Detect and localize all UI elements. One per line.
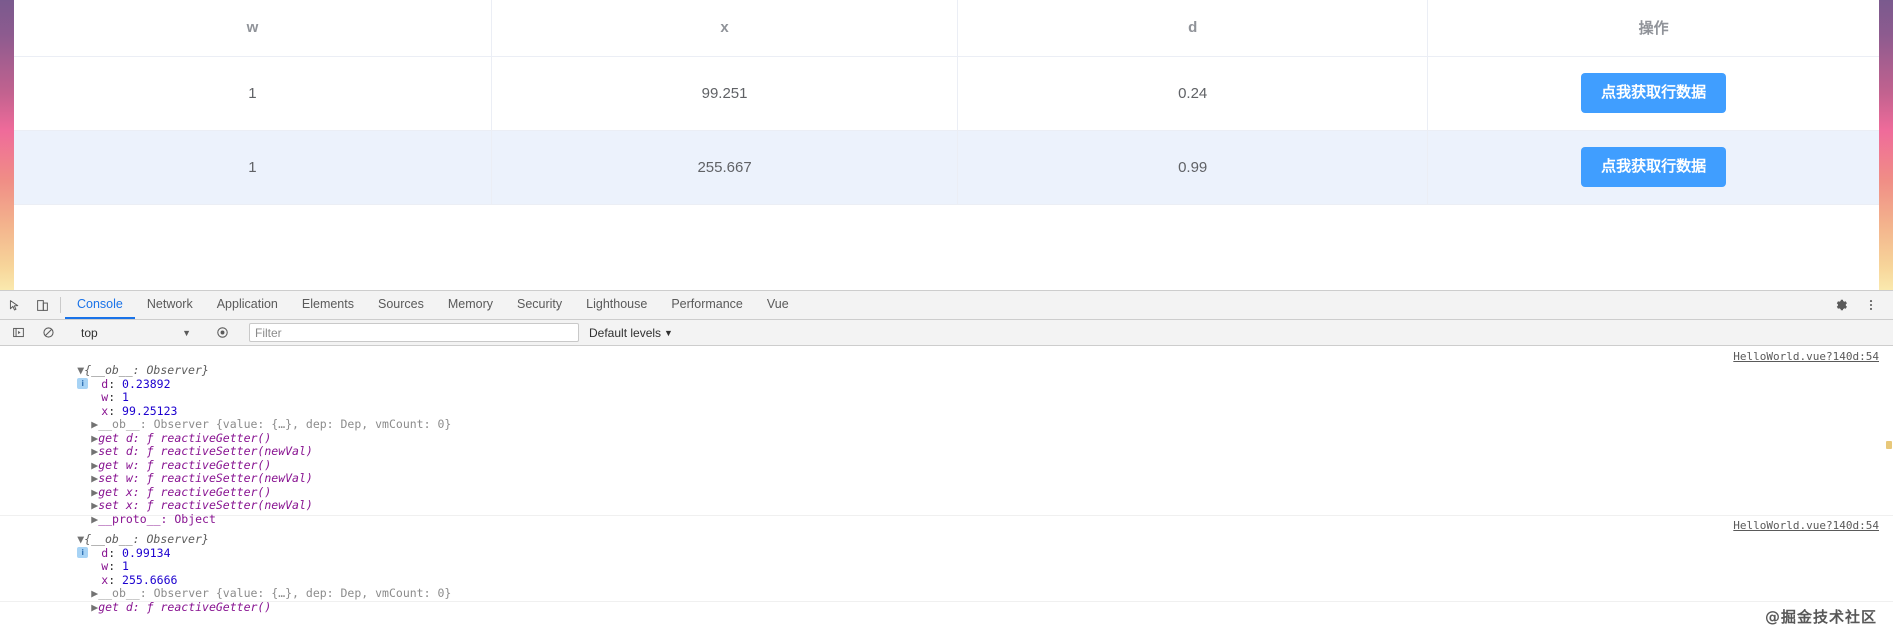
- device-toolbar-icon[interactable]: [28, 291, 56, 319]
- column-header-action[interactable]: 操作: [1427, 0, 1879, 57]
- chevron-down-icon: ▼: [664, 327, 673, 338]
- cell-action: 点我获取行数据: [1427, 130, 1879, 205]
- object-property-expandable[interactable]: ▶__ob__: Observer {value: {…}, dep: Dep,…: [0, 574, 1893, 600]
- object-property: w: 1: [101, 390, 129, 404]
- devtools-tabbar: Console Network Application Elements Sou…: [0, 291, 1893, 320]
- inspect-element-icon[interactable]: [0, 291, 28, 319]
- console-log-entry: HelloWorld.vue?140d:54 ▼{__ob__: Observe…: [0, 516, 1893, 613]
- property-text: __ob__: Observer {value: {…}, dep: Dep, …: [98, 586, 452, 600]
- cell-x: 255.667: [491, 130, 959, 205]
- tab-security[interactable]: Security: [505, 291, 574, 319]
- get-row-data-button[interactable]: 点我获取行数据: [1581, 146, 1727, 188]
- cell-w: 1: [14, 130, 492, 205]
- object-property: w: 1: [101, 559, 129, 573]
- property-text: get x: ƒ reactiveGetter(): [98, 484, 272, 499]
- devtools-tab-list: Console Network Application Elements Sou…: [65, 291, 801, 319]
- log-levels-select[interactable]: Default levels ▼: [589, 326, 673, 340]
- cell-action: 点我获取行数据: [1427, 56, 1879, 131]
- tab-performance[interactable]: Performance: [659, 291, 755, 319]
- tabbar-divider: [60, 297, 61, 313]
- app-root: w x d 操作 1 99.251 0.24 点我获取行数据 1 255.667…: [0, 0, 1893, 636]
- tab-memory[interactable]: Memory: [436, 291, 505, 319]
- tab-vue[interactable]: Vue: [755, 291, 801, 319]
- clear-console-icon[interactable]: [34, 326, 62, 339]
- object-header-text: {__ob__: Observer}: [84, 532, 209, 546]
- cell-w: 1: [14, 56, 492, 131]
- property-text: get d: ƒ reactiveGetter(): [98, 599, 272, 614]
- table-header-row: w x d 操作: [14, 0, 1879, 57]
- execution-context-select[interactable]: top ▼: [75, 323, 195, 343]
- left-gradient-bar: [0, 0, 14, 290]
- object-property: x: 255.6666: [101, 572, 178, 587]
- property-value: 1: [122, 559, 129, 573]
- column-header-w[interactable]: w: [14, 0, 492, 57]
- data-table-container: w x d 操作 1 99.251 0.24 点我获取行数据 1 255.667…: [14, 0, 1879, 205]
- object-property: d: 0.23892: [101, 376, 171, 391]
- table-head: w x d 操作: [14, 0, 1879, 57]
- log-levels-label: Default levels: [589, 325, 662, 340]
- tab-network[interactable]: Network: [135, 291, 205, 319]
- object-header-text: {__ob__: Observer}: [84, 363, 209, 377]
- devtools-panel: Console Network Application Elements Sou…: [0, 290, 1893, 636]
- cell-d: 0.24: [957, 56, 1429, 131]
- property-value: 1: [122, 390, 129, 404]
- column-header-x[interactable]: x: [491, 0, 959, 57]
- property-value: 255.6666: [122, 572, 178, 587]
- get-row-data-button[interactable]: 点我获取行数据: [1581, 72, 1727, 114]
- filter-input[interactable]: [249, 323, 579, 342]
- data-table: w x d 操作 1 99.251 0.24 点我获取行数据 1 255.667…: [14, 0, 1879, 205]
- column-header-d[interactable]: d: [957, 0, 1429, 57]
- object-property: x: 99.25123: [101, 403, 178, 418]
- property-text: set x: ƒ reactiveSetter(newVal): [98, 498, 313, 512]
- table-row: 1 99.251 0.24 点我获取行数据: [14, 56, 1879, 131]
- source-link[interactable]: HelloWorld.vue?140d:54: [1733, 519, 1879, 532]
- object-property-expandable[interactable]: ▶set x: ƒ reactiveSetter(newVal): [0, 486, 1893, 512]
- execute-icon[interactable]: [4, 326, 32, 339]
- object-property: d: 0.99134: [101, 545, 171, 560]
- table-body: 1 99.251 0.24 点我获取行数据 1 255.667 0.99 点我获…: [14, 56, 1879, 205]
- scrollbar-thumb[interactable]: [1886, 441, 1892, 449]
- gear-icon[interactable]: [1827, 298, 1855, 312]
- more-vertical-icon[interactable]: [1857, 298, 1885, 312]
- property-text: set w: ƒ reactiveSetter(newVal): [98, 471, 313, 485]
- chevron-down-icon: ▼: [182, 327, 191, 338]
- object-header[interactable]: ▼{__ob__: Observer} i: [0, 347, 1893, 389]
- devtools-tabbar-actions: [1816, 291, 1893, 319]
- object-property-expandable[interactable]: ▶__ob__: Observer {value: {…}, dep: Dep,…: [0, 405, 1893, 431]
- property-text: set d: ƒ reactiveSetter(newVal): [98, 444, 313, 458]
- web-page-area: w x d 操作 1 99.251 0.24 点我获取行数据 1 255.667…: [0, 0, 1893, 290]
- console-output[interactable]: HelloWorld.vue?140d:54 ▼{__ob__: Observe…: [0, 347, 1893, 636]
- object-property-expandable[interactable]: ▶set d: ƒ reactiveSetter(newVal): [0, 432, 1893, 458]
- property-value: 0.99134: [122, 545, 171, 560]
- tab-lighthouse[interactable]: Lighthouse: [574, 291, 659, 319]
- property-text: get w: ƒ reactiveGetter(): [98, 457, 272, 472]
- property-value: 0.23892: [122, 376, 171, 391]
- live-expression-icon[interactable]: [208, 326, 236, 339]
- console-log-entry: HelloWorld.vue?140d:54 ▼{__ob__: Observe…: [0, 347, 1893, 525]
- tab-sources[interactable]: Sources: [366, 291, 436, 319]
- tab-elements[interactable]: Elements: [290, 291, 366, 319]
- cell-d: 0.99: [957, 130, 1429, 205]
- table-row: 1 255.667 0.99 点我获取行数据: [14, 130, 1879, 205]
- console-toolbar: top ▼ Default levels ▼: [0, 320, 1893, 346]
- object-header[interactable]: ▼{__ob__: Observer} i: [0, 516, 1893, 558]
- property-value: 99.25123: [122, 403, 178, 418]
- property-text: get d: ƒ reactiveGetter(): [98, 430, 272, 445]
- watermark: @掘金技术社区: [1764, 608, 1877, 626]
- tab-console[interactable]: Console: [65, 291, 135, 319]
- cell-x: 99.251: [491, 56, 959, 131]
- right-gradient-bar: [1879, 0, 1893, 290]
- execution-context-value: top: [81, 325, 98, 340]
- object-property-expandable[interactable]: ▶set w: ƒ reactiveSetter(newVal): [0, 459, 1893, 485]
- source-link[interactable]: HelloWorld.vue?140d:54: [1733, 350, 1879, 363]
- property-text: __ob__: Observer {value: {…}, dep: Dep, …: [98, 417, 452, 431]
- tab-application[interactable]: Application: [205, 291, 290, 319]
